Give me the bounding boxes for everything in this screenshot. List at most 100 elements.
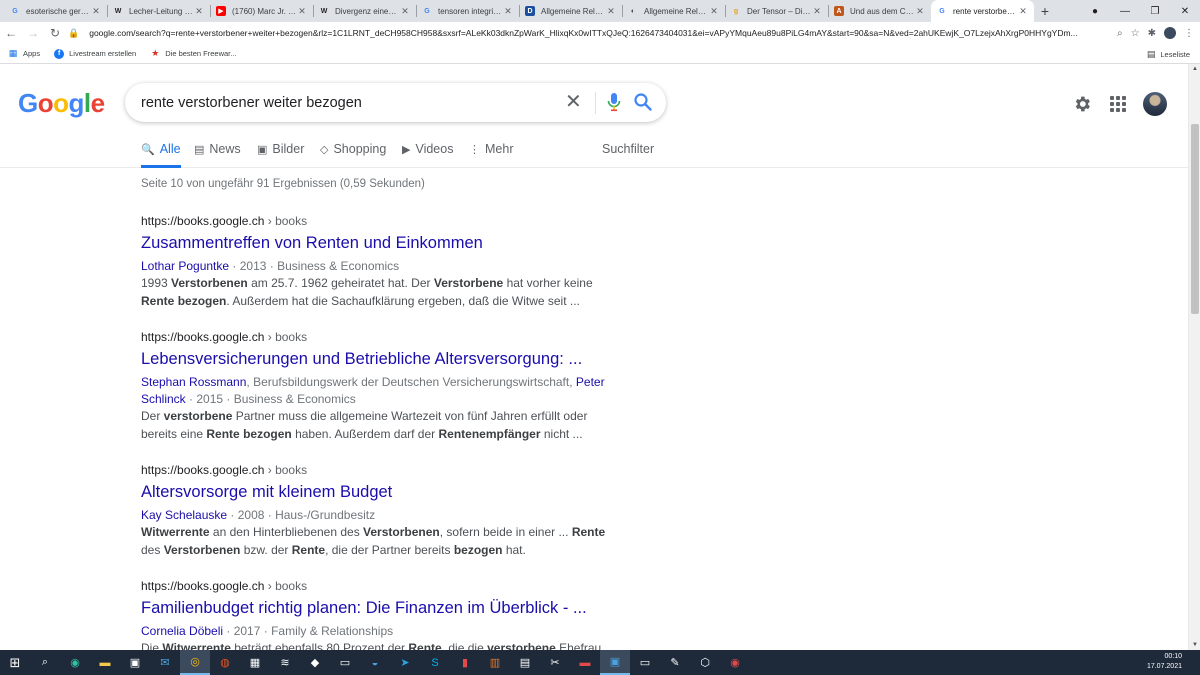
- chrome-icon[interactable]: ◎: [180, 650, 210, 675]
- search-input[interactable]: [141, 94, 541, 111]
- app-icon[interactable]: ▦: [240, 650, 270, 675]
- scroll-down-arrow-icon[interactable]: ▼: [1192, 642, 1198, 648]
- search-tools-button[interactable]: Suchfilter: [602, 142, 654, 168]
- terminal-icon[interactable]: ▭: [630, 650, 660, 675]
- snippet-keyword: Verstorbenen: [163, 542, 241, 557]
- profile-avatar[interactable]: [1164, 27, 1176, 39]
- app-icon[interactable]: ◉: [720, 650, 750, 675]
- tab-videos[interactable]: ▶ Videos: [402, 142, 453, 168]
- app-icon[interactable]: ◆: [300, 650, 330, 675]
- extensions-icon[interactable]: ✱: [1148, 28, 1156, 39]
- bookmark-apps[interactable]: ▦ Apps: [8, 48, 40, 59]
- app-icon[interactable]: ▣: [600, 650, 630, 675]
- browser-tab[interactable]: ◐ Allgemeine Relativ ✕: [622, 0, 725, 22]
- scrollbar-thumb[interactable]: [1191, 124, 1199, 314]
- clear-icon[interactable]: ✕: [565, 92, 582, 112]
- edge-icon[interactable]: ◉: [60, 650, 90, 675]
- back-button[interactable]: ←: [0, 26, 22, 40]
- reading-list[interactable]: ▤ Leseliste: [1147, 44, 1190, 64]
- snippet-keyword: bezogen: [243, 426, 292, 441]
- app-icon[interactable]: ✂: [540, 650, 570, 675]
- close-tab-icon[interactable]: ✕: [194, 6, 204, 17]
- browser-tab[interactable]: A Und aus dem Chao ✕: [828, 0, 931, 22]
- address-bar[interactable]: 🔒 google.com/search?q=rente+verstorbener…: [68, 22, 1128, 44]
- menu-icon[interactable]: ⋮: [1184, 28, 1194, 39]
- close-tab-icon[interactable]: ✕: [400, 6, 410, 17]
- close-tab-icon[interactable]: ✕: [915, 6, 925, 17]
- browser-tab[interactable]: W Divergenz eines Ve ✕: [313, 0, 416, 22]
- google-logo[interactable]: Google: [18, 88, 105, 119]
- app-icon[interactable]: ▭: [330, 650, 360, 675]
- app-icon[interactable]: ▤: [510, 650, 540, 675]
- file-explorer-icon[interactable]: ▬: [90, 650, 120, 675]
- browser-tab[interactable]: Gesoterische geräte ✕: [4, 0, 107, 22]
- app-icon[interactable]: ◒: [360, 650, 390, 675]
- google-apps-icon[interactable]: [1110, 96, 1126, 112]
- author-link[interactable]: Kay Schelauske: [141, 508, 227, 522]
- ubuntu-icon[interactable]: ◍: [210, 650, 240, 675]
- browser-tab[interactable]: Gtensoren integriere ✕: [416, 0, 519, 22]
- account-avatar[interactable]: [1143, 92, 1167, 116]
- reload-button[interactable]: ↻: [44, 26, 66, 40]
- mail-icon[interactable]: ✉: [150, 650, 180, 675]
- forward-button[interactable]: →: [22, 26, 44, 40]
- app-icon[interactable]: ▥: [480, 650, 510, 675]
- app-icon[interactable]: ▬: [570, 650, 600, 675]
- store-icon[interactable]: ▣: [120, 650, 150, 675]
- maximize-button[interactable]: ❐: [1140, 0, 1170, 22]
- scroll-up-arrow-icon[interactable]: ▲: [1192, 66, 1198, 72]
- close-tab-icon[interactable]: ✕: [1018, 6, 1028, 17]
- new-tab-button[interactable]: +: [1034, 0, 1056, 22]
- result-title-link[interactable]: Lebensversicherungen und Betriebliche Al…: [141, 350, 621, 369]
- zoom-icon[interactable]: ⌕: [1117, 28, 1123, 39]
- telegram-icon[interactable]: ➤: [390, 650, 420, 675]
- result-url[interactable]: https://books.google.ch › books: [141, 330, 621, 344]
- tab-all[interactable]: 🔍 Alle: [141, 142, 181, 168]
- app-icon[interactable]: ≋: [270, 650, 300, 675]
- browser-tab[interactable]: D Allgemeine Relativ ✕: [519, 0, 622, 22]
- browser-tab[interactable]: Grente verstorbener ✕: [931, 0, 1034, 22]
- result-title-link[interactable]: Altersvorsorge mit kleinem Budget: [141, 483, 621, 502]
- close-tab-icon[interactable]: ✕: [503, 6, 513, 17]
- browser-tab[interactable]: g Der Tensor – Die Ei ✕: [725, 0, 828, 22]
- skype-icon[interactable]: S: [420, 650, 450, 675]
- tab-news[interactable]: ▤ News: [194, 142, 241, 168]
- tab-more[interactable]: ⋮ Mehr: [469, 142, 513, 168]
- tab-title: Und aus dem Chao: [850, 6, 915, 16]
- close-tab-icon[interactable]: ✕: [606, 6, 616, 17]
- search-icon[interactable]: [633, 92, 653, 112]
- search-icon[interactable]: ⌕: [30, 650, 60, 675]
- browser-tab[interactable]: ▶ (1760) Marc Jr. Lan ✕: [210, 0, 313, 22]
- tab-images[interactable]: ▣ Bilder: [257, 142, 304, 168]
- app-icon[interactable]: ⬡: [690, 650, 720, 675]
- tab-shopping[interactable]: ◇ Shopping: [320, 142, 386, 168]
- author-link[interactable]: Cornelia Döbeli: [141, 624, 223, 638]
- browser-tab[interactable]: W Lecher-Leitung – W ✕: [107, 0, 210, 22]
- result-url[interactable]: https://books.google.ch › books: [141, 463, 621, 477]
- result-url[interactable]: https://books.google.ch › books: [141, 579, 621, 593]
- bookmark-star-icon[interactable]: ☆: [1131, 28, 1140, 39]
- windows-start-icon[interactable]: ⊞: [0, 650, 30, 675]
- url-text[interactable]: google.com/search?q=rente+verstorbener+w…: [89, 28, 1099, 38]
- minimize-button[interactable]: —: [1110, 0, 1140, 22]
- author-link[interactable]: Stephan Rossmann: [141, 375, 246, 389]
- author-link[interactable]: Lothar Poguntke: [141, 259, 229, 273]
- tab-search-icon[interactable]: ●: [1080, 0, 1110, 22]
- result-url[interactable]: https://books.google.ch › books: [141, 214, 621, 228]
- app-icon[interactable]: ✎: [660, 650, 690, 675]
- bookmark-livestream[interactable]: f Livestream erstellen: [54, 48, 136, 59]
- result-title-link[interactable]: Familienbudget richtig planen: Die Finan…: [141, 599, 621, 618]
- page-scrollbar[interactable]: ▲ ▼: [1188, 64, 1200, 650]
- app-icon[interactable]: ▮: [450, 650, 480, 675]
- close-tab-icon[interactable]: ✕: [812, 6, 822, 17]
- close-tab-icon[interactable]: ✕: [91, 6, 101, 17]
- microphone-icon[interactable]: [605, 91, 623, 113]
- result-title-link[interactable]: Zusammentreffen von Renten und Einkommen: [141, 234, 621, 253]
- bookmark-freeware[interactable]: ★ Die besten Freewar...: [150, 48, 236, 59]
- close-window-button[interactable]: ✕: [1170, 0, 1200, 22]
- close-tab-icon[interactable]: ✕: [297, 6, 307, 17]
- result-snippet: Witwerrente an den Hinterbliebenen des V…: [141, 524, 621, 559]
- settings-gear-icon[interactable]: [1072, 94, 1092, 114]
- system-clock[interactable]: 00:10 17.07.2021: [1147, 652, 1182, 672]
- close-tab-icon[interactable]: ✕: [709, 6, 719, 17]
